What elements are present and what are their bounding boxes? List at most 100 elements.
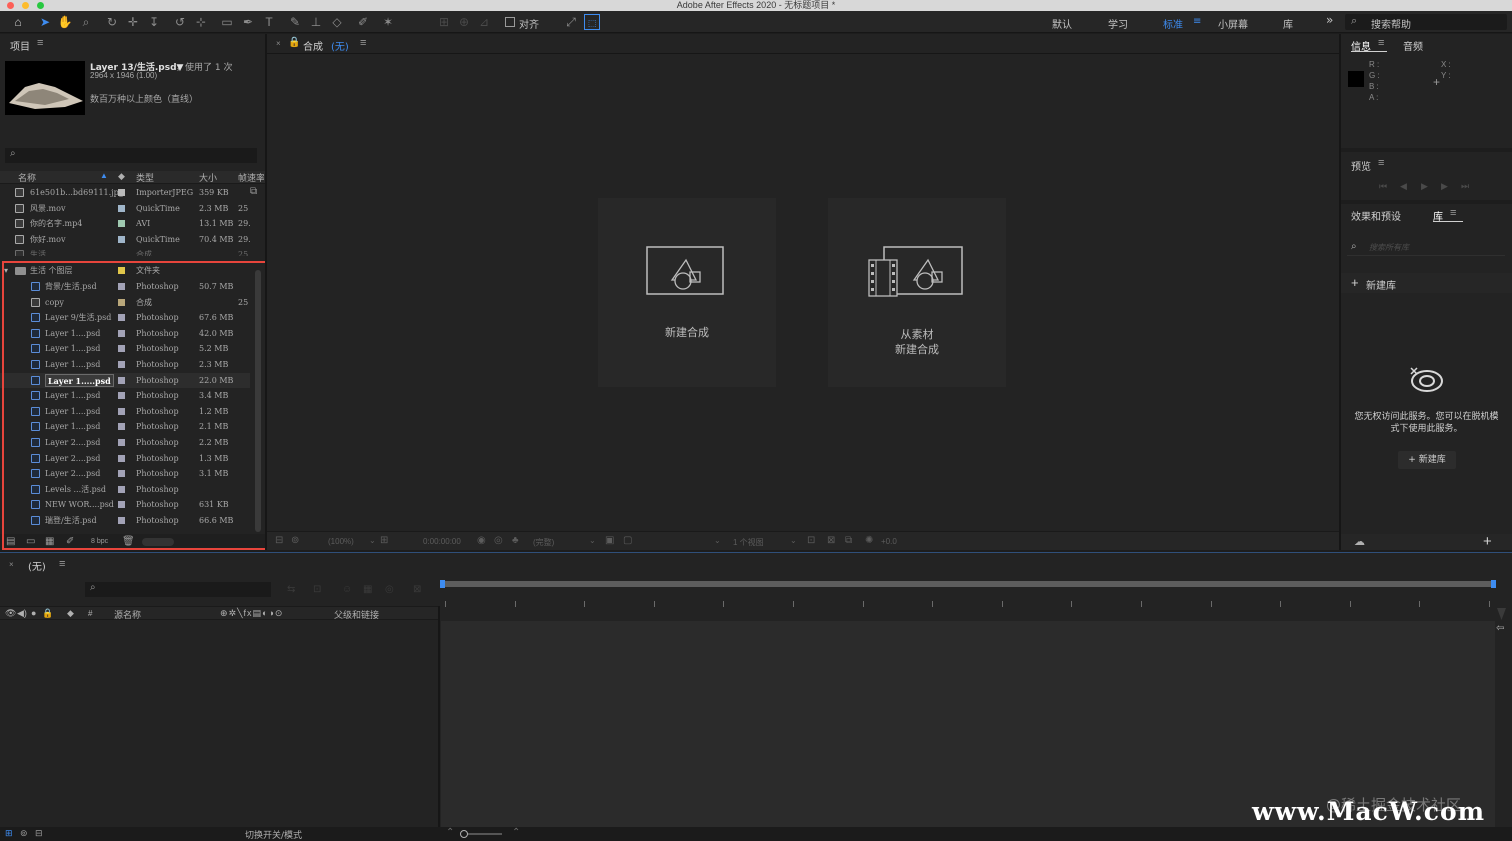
flowchart-icon[interactable]: ⧉ — [250, 186, 257, 197]
preview-tab[interactable]: 预览 — [1351, 158, 1371, 173]
parent-link-header[interactable]: 父级和链接 — [334, 608, 379, 621]
workspace-default[interactable]: 默认 — [1052, 16, 1072, 31]
label-tag-icon[interactable]: ◆ — [118, 171, 125, 182]
panel-menu-icon[interactable]: ≡ — [360, 37, 366, 49]
lock-icon[interactable]: 🔒 — [42, 608, 53, 619]
composition-name[interactable]: (无) — [331, 38, 349, 53]
work-area-end-handle[interactable] — [1491, 580, 1496, 588]
exposure-value[interactable]: +0.0 — [881, 537, 897, 546]
project-item[interactable]: 风景.mov QuickTime 2.3 MB 25 — [0, 201, 250, 216]
close-tab-icon[interactable]: × — [9, 560, 14, 569]
home-icon[interactable]: ⌂ — [10, 14, 26, 30]
add-icon[interactable]: + — [1483, 533, 1492, 550]
time-ruler[interactable] — [441, 601, 1495, 613]
work-area-bar[interactable] — [440, 580, 1496, 588]
title-safe-icon[interactable]: ⊞ — [380, 535, 388, 546]
resolution-dropdown[interactable]: (完整) — [533, 537, 554, 548]
panel-menu-icon[interactable]: ≡ — [59, 558, 65, 570]
zoom-slider-handle[interactable] — [460, 830, 468, 838]
rotation-tool-icon[interactable]: ↺ — [172, 14, 188, 30]
orbit-camera-icon[interactable]: ↻ — [104, 14, 120, 30]
dropdown-chevron-icon[interactable]: ⌄ — [589, 536, 596, 545]
region-of-interest-icon[interactable]: ▣ — [605, 535, 614, 546]
rectangle-tool-icon[interactable]: ▭ — [219, 14, 235, 30]
eraser-tool-icon[interactable]: ◇ — [329, 14, 345, 30]
work-area-start-handle[interactable] — [440, 580, 445, 588]
close-window-button[interactable] — [7, 2, 14, 9]
timeline-search-input[interactable]: ⌕ — [85, 582, 271, 597]
lock-icon[interactable]: 🔒 — [288, 37, 300, 48]
more-workspaces-icon[interactable]: » — [1326, 13, 1333, 27]
project-tab[interactable]: 项目 — [10, 38, 30, 53]
audio-icon[interactable]: ◀) — [17, 608, 27, 619]
pen-tool-icon[interactable]: ✒ — [240, 14, 256, 30]
workspace-standard[interactable]: 标准 — [1163, 16, 1183, 31]
column-header-type[interactable]: 类型 — [136, 171, 154, 184]
solo-icon[interactable]: ● — [31, 608, 36, 618]
library-search-input[interactable]: ⌕ 搜索所有库 — [1347, 240, 1505, 256]
channel-icon[interactable]: ♣ — [512, 535, 519, 546]
panel-menu-icon[interactable]: ≡ — [37, 37, 43, 49]
sort-ascending-icon[interactable]: ▲ — [100, 171, 108, 180]
snapshot-icon[interactable]: ◉ — [477, 535, 486, 546]
new-library-button[interactable]: + 新建库 — [1398, 451, 1456, 469]
type-tool-icon[interactable]: T — [261, 14, 277, 30]
column-header-fps[interactable]: 帧速率 — [238, 171, 264, 184]
dolly-camera-icon[interactable]: ↧ — [146, 14, 162, 30]
panel-menu-icon[interactable]: ≡ — [1450, 207, 1456, 219]
layer-switches-icon[interactable]: ⊞ — [5, 828, 13, 839]
comp-mini-flowchart-icon[interactable]: ⇆ — [287, 584, 295, 595]
clone-stamp-icon[interactable]: ⊥ — [308, 14, 324, 30]
last-frame-icon[interactable]: ⏭ — [1461, 181, 1469, 192]
source-name-header[interactable]: 源名称 — [114, 608, 141, 621]
project-item[interactable]: 你的名字.mp4 AVI 13.1 MB 29. — [0, 216, 251, 231]
previous-frame-icon[interactable]: ◀ — [1400, 181, 1407, 192]
frame-blending-icon[interactable]: ▦ — [363, 584, 372, 595]
fast-previews-icon[interactable]: ⊠ — [827, 535, 835, 546]
zoom-tool-icon[interactable]: ⌕ — [78, 14, 94, 30]
new-library-row[interactable]: + 新建库 — [1341, 273, 1512, 293]
project-item[interactable]: 你好.mov QuickTime 70.4 MB 29. — [0, 232, 251, 247]
axis-local-icon[interactable]: ⊞ — [436, 14, 452, 30]
show-snapshot-icon[interactable]: ◎ — [494, 535, 503, 546]
roto-brush-icon[interactable]: ✐ — [355, 14, 371, 30]
views-dropdown[interactable]: 1 个视图 — [733, 537, 764, 548]
dropdown-chevron-icon[interactable]: ⌄ — [369, 536, 376, 545]
label-color-swatch[interactable] — [118, 220, 125, 227]
in-out-stretch-icon[interactable]: ⊟ — [35, 828, 43, 839]
vr-icon[interactable]: ⊚ — [291, 535, 299, 546]
close-tab-icon[interactable]: × — [276, 39, 281, 48]
snap-target-icon[interactable]: ⬚ — [584, 14, 600, 30]
motion-blur-icon[interactable]: ◎ — [385, 584, 394, 595]
composition-tab[interactable]: 合成 — [303, 38, 323, 53]
workspace-learn[interactable]: 学习 — [1108, 16, 1128, 31]
flowchart-icon[interactable]: ⧉ — [845, 535, 852, 546]
column-header-name[interactable]: 名称 — [18, 171, 36, 184]
next-frame-icon[interactable]: ▶ — [1441, 181, 1448, 192]
transfer-controls-icon[interactable]: ⊚ — [20, 828, 28, 839]
first-frame-icon[interactable]: ⏮ — [1379, 181, 1387, 192]
toggle-pixel-aspect-icon[interactable]: ⊡ — [807, 535, 815, 546]
comp-button-icon[interactable]: ⇦ — [1496, 623, 1504, 634]
play-icon[interactable]: ▶ — [1421, 181, 1428, 192]
label-color-swatch[interactable] — [118, 236, 125, 243]
always-preview-icon[interactable]: ⊟ — [275, 535, 283, 546]
eye-icon[interactable]: 👁 — [5, 608, 16, 619]
help-search-field[interactable]: ⌕ 搜索帮助 — [1345, 14, 1507, 31]
new-composition-from-footage-card[interactable]: 从素材 新建合成 — [828, 198, 1006, 387]
snap-checkbox[interactable] — [505, 17, 515, 27]
snap-options-icon[interactable]: ⤢ — [563, 14, 579, 30]
exposure-icon[interactable]: ✺ — [865, 535, 873, 546]
project-search-input[interactable]: ⌕ — [5, 148, 257, 163]
axis-view-icon[interactable]: ⊿ — [476, 14, 492, 30]
axis-world-icon[interactable]: ⊕ — [456, 14, 472, 30]
new-composition-card[interactable]: 新建合成 — [598, 198, 776, 387]
minimize-window-button[interactable] — [22, 2, 29, 9]
zoom-in-icon[interactable]: ⌃ — [512, 827, 520, 838]
column-header-size[interactable]: 大小 — [199, 171, 217, 184]
draft-3d-icon[interactable]: ⊡ — [313, 584, 321, 595]
selection-tool-icon[interactable]: ➤ — [37, 14, 53, 30]
current-time-indicator[interactable] — [1497, 608, 1506, 620]
toggle-switches-modes[interactable]: 切换开关/模式 — [245, 828, 302, 841]
maximize-window-button[interactable] — [37, 2, 44, 9]
